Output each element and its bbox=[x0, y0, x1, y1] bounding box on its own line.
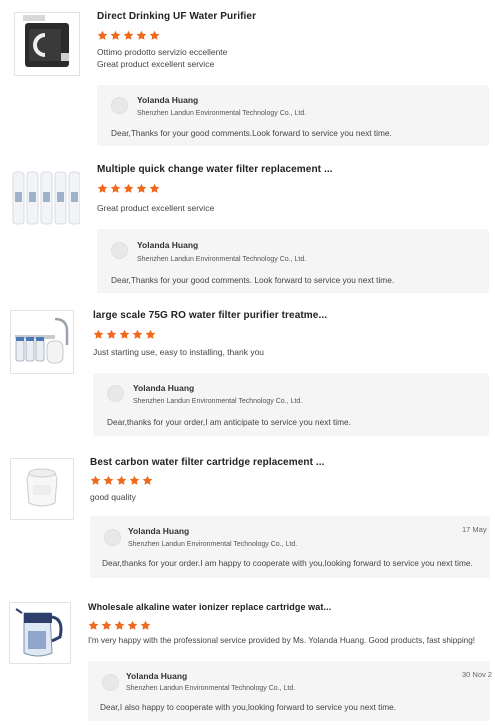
star-icon bbox=[103, 475, 114, 485]
reply-date: 17 May bbox=[462, 525, 487, 534]
star-icon bbox=[136, 183, 147, 193]
star-icon bbox=[90, 475, 101, 485]
reply-name: Yolanda Huang bbox=[137, 95, 199, 105]
comment-line: Great product excellent service bbox=[97, 203, 215, 213]
rating-stars bbox=[97, 183, 160, 195]
product-title[interactable]: Multiple quick change water filter repla… bbox=[97, 164, 333, 175]
reply-text: Dear,Thanks for your good comments. Look… bbox=[111, 275, 395, 285]
comment-line: I'm very happy with the professional ser… bbox=[88, 636, 476, 645]
reply-date: 30 Nov 2 bbox=[462, 670, 493, 679]
rating-stars bbox=[88, 620, 151, 632]
seller-reply: Yolanda Huang Shenzhen Landun Environmen… bbox=[97, 85, 489, 146]
star-icon bbox=[97, 183, 108, 193]
reply-name: Yolanda Huang bbox=[133, 383, 195, 393]
star-icon bbox=[129, 475, 140, 485]
product-title[interactable]: Best carbon water filter cartridge repla… bbox=[90, 457, 325, 468]
seller-reply: Yolanda Huang 30 Nov 2 Shenzhen Landun E… bbox=[88, 661, 493, 721]
comment-line: Just starting use, easy to installing, t… bbox=[93, 347, 265, 357]
reply-company: Shenzhen Landun Environmental Technology… bbox=[126, 685, 296, 692]
reply-text: Dear,thanks for your order.I am happy to… bbox=[102, 558, 473, 568]
comment-line: good quality bbox=[90, 492, 136, 502]
star-icon bbox=[97, 30, 108, 40]
product-thumbnail[interactable] bbox=[14, 12, 80, 76]
star-icon bbox=[101, 620, 112, 630]
rating-stars bbox=[90, 475, 153, 487]
reply-name: Yolanda Huang bbox=[126, 671, 188, 681]
avatar bbox=[111, 97, 128, 114]
star-icon bbox=[136, 30, 147, 40]
avatar bbox=[104, 529, 121, 546]
product-title[interactable]: large scale 75G RO water filter purifier… bbox=[93, 310, 327, 321]
product-thumbnail[interactable] bbox=[10, 310, 74, 374]
comment-line: Great product excellent service bbox=[97, 59, 215, 69]
reply-text: Dear,thanks for your order,I am anticipa… bbox=[107, 417, 351, 427]
star-icon bbox=[93, 329, 104, 339]
star-icon bbox=[110, 183, 121, 193]
star-icon bbox=[132, 329, 143, 339]
star-icon bbox=[110, 30, 121, 40]
seller-reply: Yolanda Huang Shenzhen Landun Environmen… bbox=[97, 229, 489, 293]
product-thumbnail[interactable] bbox=[9, 602, 71, 664]
seller-reply: Yolanda Huang Shenzhen Landun Environmen… bbox=[93, 373, 489, 436]
star-icon bbox=[88, 620, 99, 630]
star-icon bbox=[140, 620, 151, 630]
reply-company: Shenzhen Landun Environmental Technology… bbox=[137, 256, 307, 263]
comment-line: Ottimo prodotto servizio eccellente bbox=[97, 47, 228, 57]
star-icon bbox=[149, 30, 160, 40]
reply-company: Shenzhen Landun Environmental Technology… bbox=[133, 398, 303, 405]
avatar bbox=[111, 242, 128, 259]
reply-company: Shenzhen Landun Environmental Technology… bbox=[137, 110, 307, 117]
avatar bbox=[102, 674, 119, 691]
seller-reply: Yolanda Huang 17 May Shenzhen Landun Env… bbox=[90, 516, 490, 578]
reply-company: Shenzhen Landun Environmental Technology… bbox=[128, 541, 298, 548]
avatar bbox=[107, 385, 124, 402]
reply-name: Yolanda Huang bbox=[128, 526, 190, 536]
rating-stars bbox=[93, 329, 156, 341]
product-thumbnail[interactable] bbox=[9, 165, 81, 231]
star-icon bbox=[123, 30, 134, 40]
reply-text: Dear,Thanks for your good comments.Look … bbox=[111, 128, 392, 138]
reply-name: Yolanda Huang bbox=[137, 240, 199, 250]
star-icon bbox=[114, 620, 125, 630]
reply-text: Dear,I also happy to cooperate with you,… bbox=[100, 702, 397, 712]
star-icon bbox=[116, 475, 127, 485]
star-icon bbox=[123, 183, 134, 193]
product-title[interactable]: Direct Drinking UF Water Purifier bbox=[97, 11, 256, 22]
star-icon bbox=[127, 620, 138, 630]
star-icon bbox=[119, 329, 130, 339]
product-title[interactable]: Wholesale alkaline water ionizer replace… bbox=[88, 602, 331, 612]
product-thumbnail[interactable] bbox=[10, 458, 74, 520]
star-icon bbox=[145, 329, 156, 339]
star-icon bbox=[142, 475, 153, 485]
star-icon bbox=[149, 183, 160, 193]
rating-stars bbox=[97, 30, 160, 42]
star-icon bbox=[106, 329, 117, 339]
